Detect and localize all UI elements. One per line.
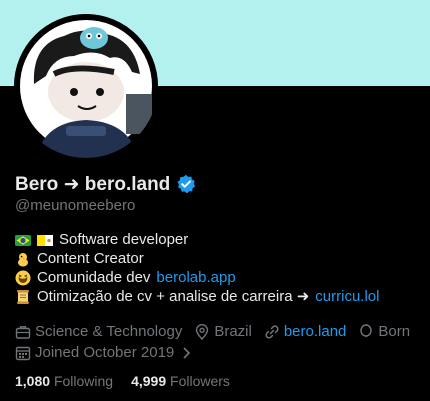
bio-line-career: Otimização de cv + analise de carreira ➜… bbox=[15, 287, 379, 306]
following-label: Following bbox=[53, 373, 114, 389]
website-link[interactable]: bero.land bbox=[284, 322, 347, 342]
meta-joined[interactable]: Joined October 2019 bbox=[15, 343, 194, 363]
link-icon bbox=[265, 324, 279, 339]
scroll-icon bbox=[17, 289, 29, 304]
location-text: Brazil bbox=[214, 322, 252, 340]
following-stat[interactable]: 1,080 Following bbox=[15, 373, 113, 389]
category-text: Science & Technology bbox=[35, 322, 183, 340]
meta-category: Science & Technology bbox=[15, 322, 182, 342]
vatican-flag-icon bbox=[37, 234, 53, 246]
profile-bio: Software developer Content Creator Comun… bbox=[15, 230, 379, 306]
location-pin-icon bbox=[196, 323, 209, 340]
meta-website[interactable]: bero.land bbox=[264, 322, 347, 342]
verified-badge-icon[interactable] bbox=[176, 174, 196, 194]
curriculol-link[interactable]: curricu.lol bbox=[315, 287, 379, 306]
profile-avatar[interactable] bbox=[14, 14, 158, 158]
bio-line-community: Comunidade dev berolab.app bbox=[15, 268, 379, 287]
berolab-link[interactable]: berolab.app bbox=[156, 268, 235, 287]
chick-icon bbox=[18, 252, 28, 266]
profile-handle: @meunomeebero bbox=[15, 197, 136, 214]
chevron-right-icon bbox=[183, 346, 191, 359]
balloon-icon bbox=[360, 323, 373, 337]
meta-born: Born bbox=[358, 322, 410, 342]
calendar-icon bbox=[15, 346, 31, 360]
joined-text: Joined October 2019 bbox=[35, 343, 175, 361]
followers-count: 4,999 bbox=[131, 373, 167, 389]
avatar-illustration bbox=[14, 14, 158, 158]
bio-text-developer: Software developer bbox=[59, 231, 189, 248]
meta-row-1: Science & Technology Brazil bero.land Bo… bbox=[15, 321, 422, 342]
bio-line-developer: Software developer bbox=[15, 230, 379, 249]
bio-text-career: Otimização de cv + analise de carreira ➜ bbox=[37, 288, 310, 305]
display-name: Bero ➜ bero.land bbox=[15, 173, 171, 195]
followers-stat[interactable]: 4,999 Followers bbox=[131, 373, 230, 389]
profile-stats: 1,080 Following 4,999 Followers bbox=[15, 373, 230, 389]
profile-meta: Science & Technology Brazil bero.land Bo… bbox=[15, 321, 422, 363]
display-name-row: Bero ➜ bero.land bbox=[15, 170, 196, 198]
bio-line-creator: Content Creator bbox=[15, 249, 379, 268]
following-count: 1,080 bbox=[15, 373, 51, 389]
followers-label: Followers bbox=[170, 373, 230, 389]
meta-location: Brazil bbox=[194, 322, 252, 342]
bio-text-community: Comunidade dev bbox=[37, 269, 151, 286]
born-text: Born bbox=[378, 322, 411, 340]
grinning-squint-icon bbox=[15, 270, 31, 285]
brazil-flag-icon bbox=[15, 234, 31, 246]
briefcase-icon bbox=[15, 325, 31, 339]
bio-text-creator: Content Creator bbox=[37, 250, 144, 267]
meta-row-2: Joined October 2019 bbox=[15, 342, 422, 363]
